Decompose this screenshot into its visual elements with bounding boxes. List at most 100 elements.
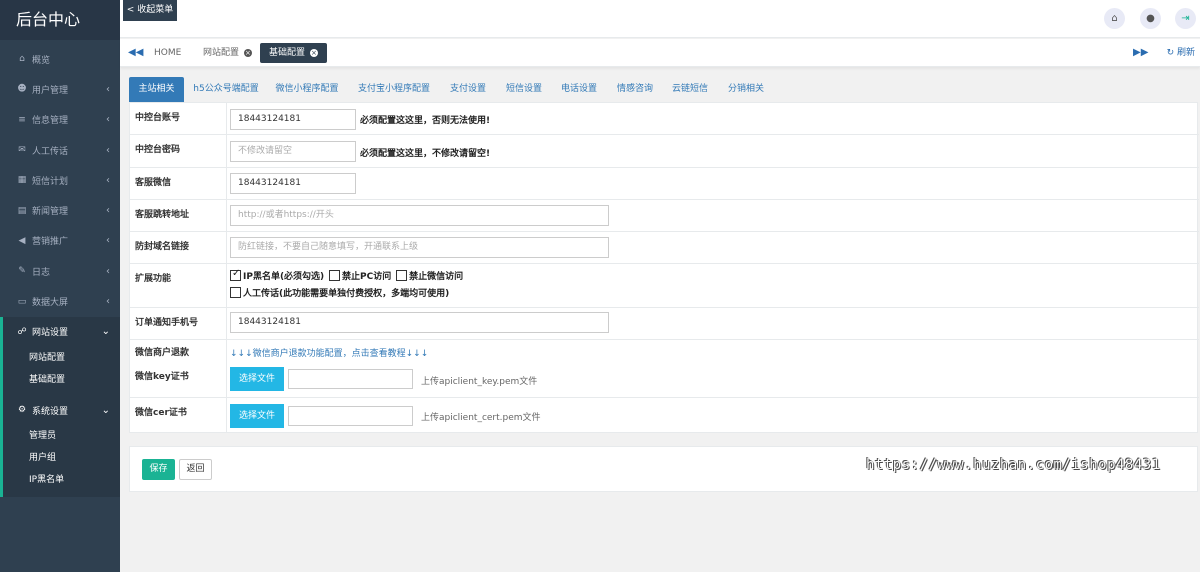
- redirect-url-input[interactable]: http://或者https://开头: [230, 205, 609, 226]
- brand-title: 后台中心: [0, 0, 120, 40]
- subtab-payment[interactable]: 支付设置: [444, 77, 492, 102]
- subtab-h5[interactable]: h5公众号端配置: [189, 77, 263, 102]
- tab-label: 网站配置: [203, 48, 240, 58]
- sidebar-item-overview[interactable]: ⌂ 概览: [0, 44, 120, 74]
- logout-icon[interactable]: ⇥: [1175, 8, 1196, 29]
- sidebar-item-label: 网站设置: [32, 328, 69, 339]
- subtab-phone[interactable]: 电话设置: [555, 77, 603, 102]
- subtab-cloud-sms[interactable]: 云链短信: [666, 77, 714, 102]
- field-label: 防封域名链接: [135, 242, 190, 252]
- form-row-cer-cert: 微信cer证书 选择文件 上传apiclient_cert.pem文件: [130, 398, 1199, 433]
- chevron-down-icon: ⌄: [101, 326, 110, 338]
- subtab-distribution[interactable]: 分销相关: [722, 77, 770, 102]
- chevron-left-icon: ‹: [106, 114, 110, 126]
- chevron-left-icon: ‹: [106, 235, 110, 247]
- checkbox-label: 人工传话(此功能需要单独付费授权，多端均可使用): [243, 289, 450, 299]
- sidebar-subitem-admin[interactable]: 管理员: [3, 425, 120, 447]
- sidebar-item-site-settings[interactable]: ☍ 网站设置 ⌄: [3, 317, 120, 347]
- cert-file-name-field[interactable]: [288, 406, 413, 426]
- sidebar-item-label: 用户管理: [32, 85, 69, 96]
- checkbox-label: 禁止PC访问: [342, 272, 392, 282]
- sidebar-subitem-ip-blacklist[interactable]: IP黑名单: [3, 469, 120, 491]
- sidebar-subitem-basic-config[interactable]: 基础配置: [3, 369, 120, 391]
- sidebar-item-system-settings[interactable]: ⚙ 系统设置 ⌄: [3, 395, 120, 425]
- form-row-extensions: 扩展功能 IP黑名单(必须勾选) 禁止PC访问 禁止微信访问 人工传话(此功能需…: [130, 264, 1199, 308]
- close-icon[interactable]: ×: [309, 48, 318, 57]
- tab-basic-config[interactable]: 基础配置 ×: [260, 43, 327, 63]
- sidebar-item-info[interactable]: ≡ 信息管理 ‹: [0, 105, 120, 135]
- refund-tutorial-link[interactable]: ↓↓↓微信商户退款功能配置，点击查看教程↓↓↓: [230, 346, 428, 359]
- settings-form: 中控台账号 18443124181 必须配置这这里，否则无法使用! 中控台密码 …: [129, 102, 1199, 433]
- sidebar-subitem-site-config[interactable]: 网站配置: [3, 347, 120, 369]
- block-pc-checkbox[interactable]: [329, 270, 341, 281]
- home-icon[interactable]: ⌂: [1104, 8, 1125, 29]
- save-button[interactable]: 保存: [142, 459, 175, 480]
- close-icon[interactable]: ×: [243, 48, 252, 57]
- ip-blacklist-checkbox[interactable]: [230, 268, 241, 281]
- subtab-alipay-mini[interactable]: 支付宝小程序配置: [354, 77, 434, 102]
- sidebar-item-label: 新闻管理: [32, 207, 69, 218]
- sidebar-item-dashboard[interactable]: ▭ 数据大屏 ‹: [0, 286, 120, 316]
- sidebar-item-label: 日志: [32, 267, 51, 278]
- account-input[interactable]: 18443124181: [230, 109, 356, 130]
- tab-home[interactable]: HOME: [145, 43, 190, 63]
- watermark-text: https://www.huzhan.com/ishop48431: [866, 457, 1161, 473]
- anti-block-domain-input[interactable]: 防红链接，不要自己随意填写，开通联系上级: [230, 237, 609, 258]
- password-input[interactable]: 不修改请留空: [230, 141, 356, 162]
- form-row-password: 中控台密码 不修改请留空 必须配置这这里，不修改请留空!: [130, 135, 1199, 168]
- form-row-redirect: 客服跳转地址 http://或者https://开头: [130, 200, 1199, 232]
- config-subtabs: 主站相关 h5公众号端配置 微信小程序配置 支付宝小程序配置 支付设置 短信设置…: [129, 77, 1198, 102]
- refresh-icon: ↻: [1166, 48, 1175, 58]
- news-icon: ▤: [17, 205, 27, 216]
- key-file-name-field[interactable]: [288, 369, 413, 389]
- sidebar-item-label: 信息管理: [32, 116, 69, 127]
- user-icon[interactable]: ●: [1140, 8, 1161, 29]
- field-label: 微信商户退款: [135, 348, 190, 358]
- block-wechat-checkbox[interactable]: [396, 270, 408, 281]
- refresh-button[interactable]: ↻ 刷新: [1167, 39, 1195, 67]
- sidebar-item-label: 系统设置: [32, 406, 69, 417]
- users-icon: ☻: [17, 84, 27, 95]
- chevron-left-icon: ‹: [106, 144, 110, 156]
- edit-icon: ✎: [18, 266, 26, 277]
- form-row-refund: 微信商户退款 ↓↓↓微信商户退款功能配置，点击查看教程↓↓↓: [130, 340, 1199, 362]
- sidebar-item-news[interactable]: ▤ 新闻管理 ‹: [0, 195, 120, 225]
- subtab-sms[interactable]: 短信设置: [500, 77, 548, 102]
- divider: [226, 168, 227, 199]
- divider: [226, 200, 227, 231]
- subtab-main[interactable]: 主站相关: [129, 77, 184, 102]
- sidebar-subitem-user-group[interactable]: 用户组: [3, 447, 120, 469]
- topbar: < 收起菜单 ⌂ ● ⇥: [120, 0, 1200, 38]
- sitemap-icon: ☍: [17, 326, 27, 337]
- sidebar-item-users[interactable]: ☻ 用户管理 ‹: [0, 74, 120, 104]
- sidebar-item-sms-plan[interactable]: ▦ 短信计划 ‹: [0, 165, 120, 195]
- form-row-account: 中控台账号 18443124181 必须配置这这里，否则无法使用!: [130, 103, 1199, 135]
- tabs-scroll-right-icon[interactable]: ▶▶: [1133, 39, 1148, 67]
- sidebar-group-site-settings: ☍ 网站设置 ⌄ 网站配置 基础配置 ⚙ 系统设置 ⌄ 管理员 用户组 IP黑名…: [0, 316, 120, 498]
- refresh-label: 刷新: [1176, 48, 1195, 58]
- divider: [226, 232, 227, 263]
- collapse-menu-button[interactable]: < 收起菜单: [123, 0, 177, 21]
- sidebar-item-label: 人工传话: [32, 146, 69, 157]
- order-phone-input[interactable]: 18443124181: [230, 312, 609, 333]
- manual-relay-checkbox[interactable]: [230, 287, 241, 298]
- subtab-wechat-mini[interactable]: 微信小程序配置: [272, 77, 342, 102]
- tabs-scroll-left-icon[interactable]: ◀◀: [128, 39, 143, 67]
- sidebar-item-marketing[interactable]: ◀ 营销推广 ‹: [0, 226, 120, 256]
- sidebar-item-label: 短信计划: [32, 176, 69, 187]
- sidebar-item-relay[interactable]: ✉ 人工传话 ‹: [0, 135, 120, 165]
- tab-site-config[interactable]: 网站配置 ×: [194, 43, 261, 63]
- cert-file-hint: 上传apiclient_cert.pem文件: [421, 413, 541, 423]
- choose-cert-file-button[interactable]: 选择文件: [230, 404, 284, 428]
- chevron-left-icon: ‹: [106, 205, 110, 217]
- sidebar-item-log[interactable]: ✎ 日志 ‹: [0, 256, 120, 286]
- bullhorn-icon: ◀: [18, 235, 26, 246]
- divider: [226, 103, 227, 134]
- wechat-input[interactable]: 18443124181: [230, 173, 356, 194]
- back-button[interactable]: 返回: [179, 459, 212, 480]
- subtab-emotion[interactable]: 情感咨询: [611, 77, 659, 102]
- choose-key-file-button[interactable]: 选择文件: [230, 367, 284, 391]
- chevron-left-icon: ‹: [106, 265, 110, 277]
- divider: [226, 398, 227, 433]
- divider: [226, 362, 227, 397]
